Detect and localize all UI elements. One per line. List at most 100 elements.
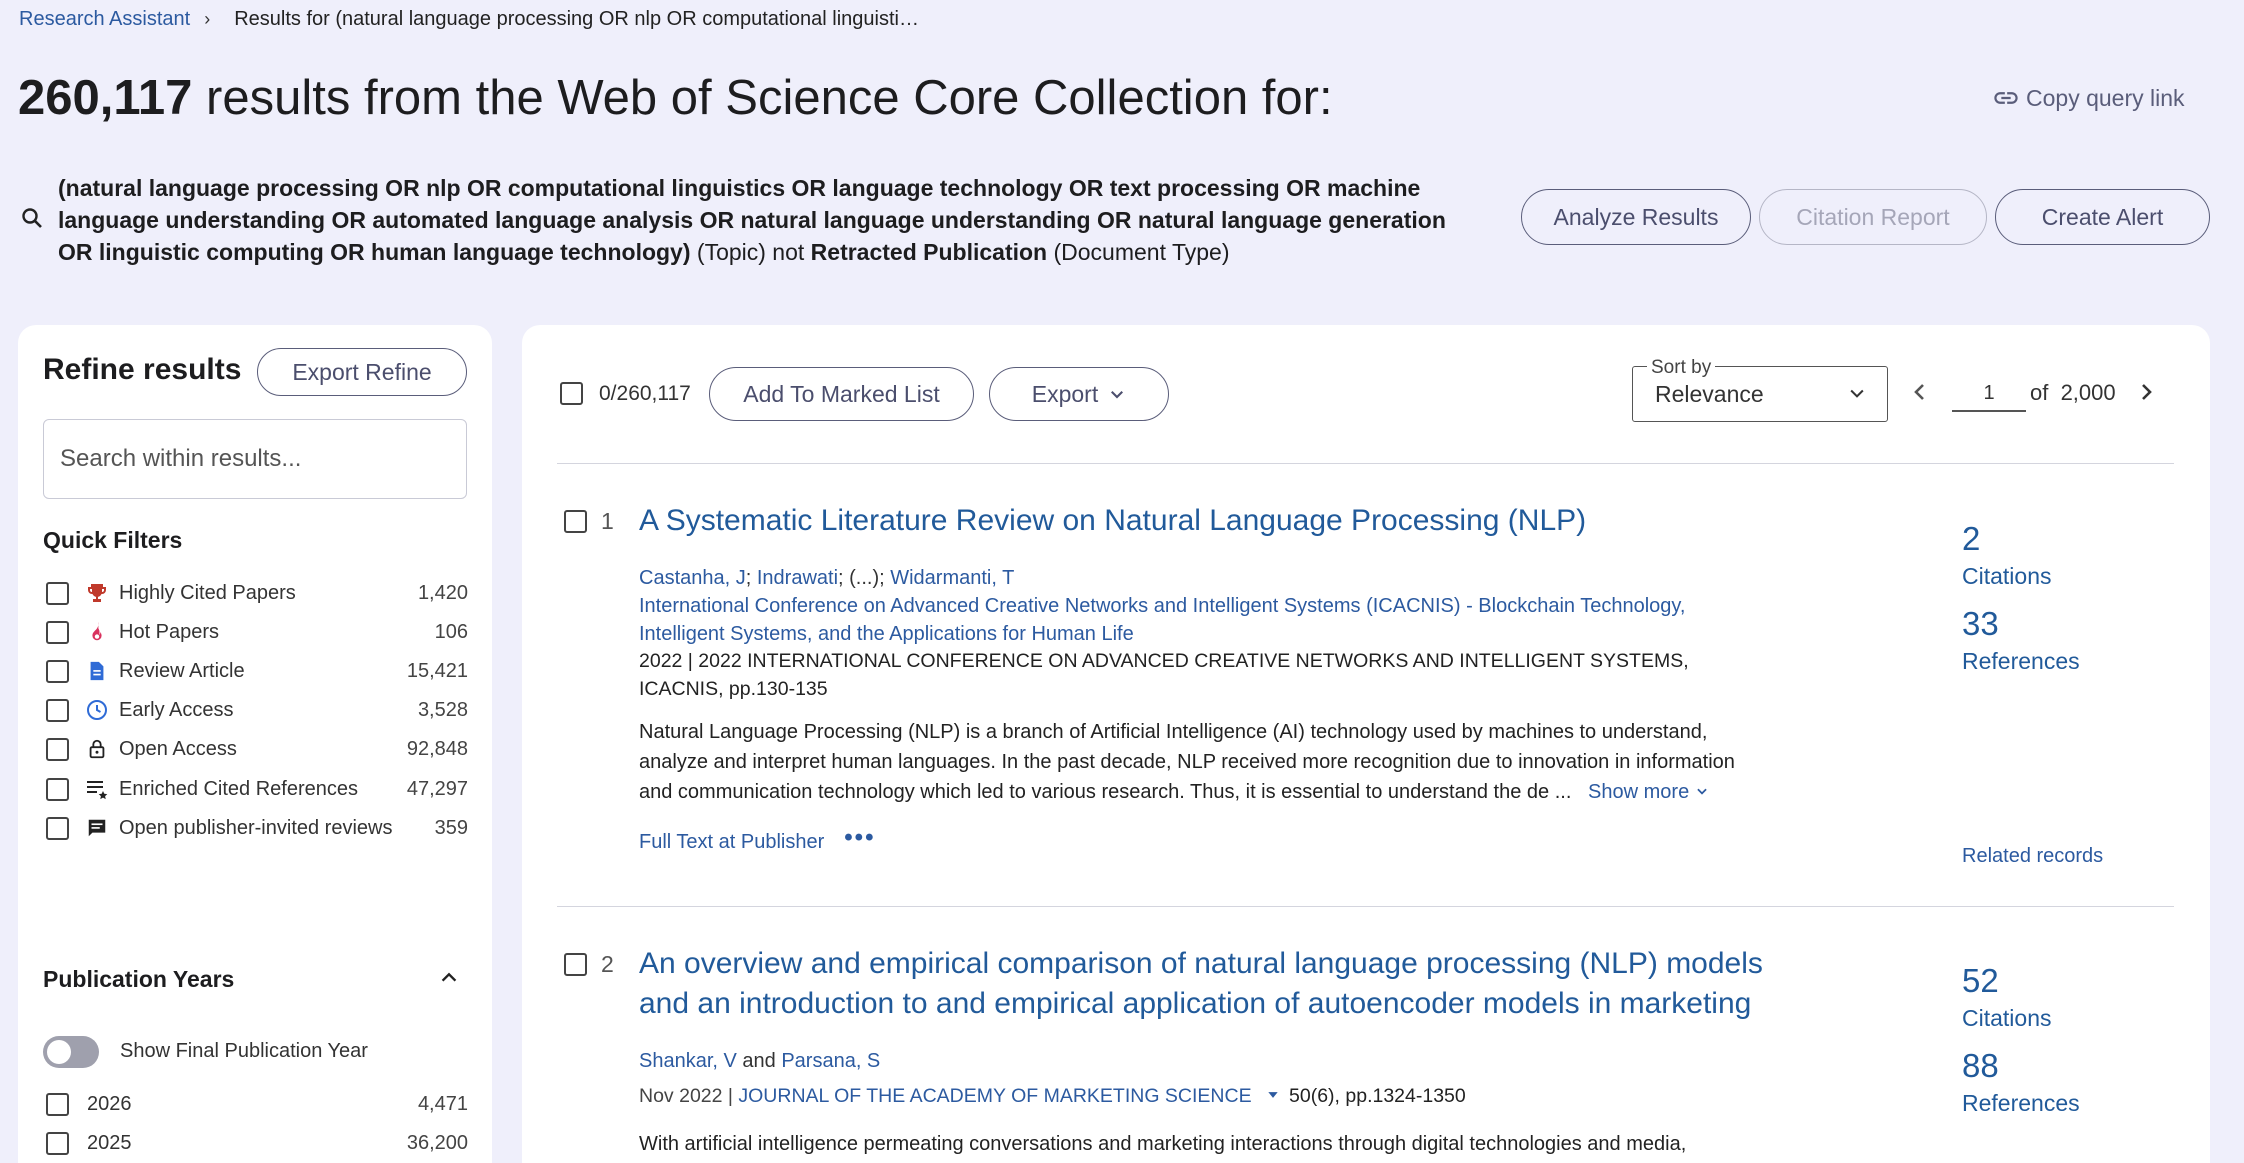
filter-checkbox[interactable] bbox=[46, 581, 69, 605]
breadcrumb-home-link[interactable]: Research Assistant bbox=[19, 8, 190, 31]
filter-count: 1,420 bbox=[417, 581, 468, 604]
citations-label: Citations bbox=[1962, 563, 2052, 589]
caret-down-icon[interactable] bbox=[1265, 1088, 1281, 1102]
filter-label: Highly Cited Papers bbox=[119, 581, 296, 604]
filter-review-article[interactable]: Review Article 15,421 bbox=[46, 656, 468, 686]
references-count[interactable]: 33 bbox=[1962, 605, 1999, 643]
record-authors: Shankar, V and Parsana, S bbox=[639, 1050, 880, 1073]
filter-label: Early Access bbox=[119, 698, 234, 721]
publication-info: 2022 | 2022 INTERNATIONAL CONFERENCE ON … bbox=[639, 650, 1689, 700]
record-title-link[interactable]: A Systematic Literature Review on Natura… bbox=[639, 501, 1789, 541]
show-more-label: Show more bbox=[1588, 781, 1690, 803]
result-count: 260,117 bbox=[18, 71, 193, 125]
search-within-input[interactable] bbox=[43, 419, 467, 499]
query-exclude: Retracted Publication bbox=[810, 239, 1048, 265]
citation-report-button[interactable]: Citation Report bbox=[1759, 189, 1987, 245]
export-refine-button[interactable]: Export Refine bbox=[257, 348, 467, 396]
filter-open-access[interactable]: Open Access 92,848 bbox=[46, 734, 468, 764]
create-alert-button[interactable]: Create Alert bbox=[1995, 189, 2210, 245]
filter-hot-papers[interactable]: Hot Papers 106 bbox=[46, 617, 468, 647]
record-number: 1 bbox=[601, 508, 614, 534]
publication-years-title: Publication Years bbox=[43, 966, 235, 992]
author-link[interactable]: Indrawati bbox=[757, 567, 838, 589]
authors-and: and bbox=[736, 1050, 782, 1072]
filter-checkbox[interactable] bbox=[46, 659, 69, 683]
record-links: Full Text at Publisher ••• bbox=[639, 824, 876, 856]
previous-page-button[interactable] bbox=[1908, 378, 1932, 411]
export-button[interactable]: Export bbox=[989, 367, 1169, 421]
publication-info: Nov 2022 | JOURNAL OF THE ACADEMY OF MAR… bbox=[639, 1082, 1739, 1110]
page-title-text: results from the Web of Science Core Col… bbox=[192, 71, 1333, 125]
citations-count[interactable]: 52 bbox=[1962, 962, 1999, 1000]
conference-link[interactable]: International Conference on Advanced Cre… bbox=[639, 592, 1759, 648]
author-link[interactable]: Widarmanti, T bbox=[890, 567, 1014, 589]
filter-checkbox[interactable] bbox=[46, 698, 69, 722]
show-final-year-label: Show Final Publication Year bbox=[120, 1040, 368, 1062]
chevron-down-icon bbox=[1111, 391, 1124, 399]
author-link[interactable]: Parsana, S bbox=[781, 1050, 880, 1072]
filter-count: 36,200 bbox=[406, 1131, 468, 1154]
select-all-checkbox[interactable] bbox=[560, 382, 583, 405]
filter-enriched-refs[interactable]: Enriched Cited References 47,297 bbox=[46, 774, 468, 804]
filter-checkbox[interactable] bbox=[46, 816, 69, 840]
sort-label: Sort by bbox=[1647, 357, 1716, 379]
filter-label: Review Article bbox=[119, 659, 245, 682]
next-page-button[interactable] bbox=[2134, 378, 2158, 411]
filter-checkbox[interactable] bbox=[46, 1092, 69, 1116]
citations-label: Citations bbox=[1962, 1005, 2052, 1031]
filter-count: 106 bbox=[434, 620, 468, 643]
show-final-year-toggle[interactable] bbox=[43, 1036, 99, 1068]
query-text: (natural language processing OR nlp OR c… bbox=[58, 172, 1460, 268]
filter-checkbox[interactable] bbox=[46, 620, 69, 644]
publication-date: Nov 2022 | bbox=[639, 1085, 739, 1107]
clock-icon bbox=[85, 698, 109, 722]
references-count[interactable]: 88 bbox=[1962, 1047, 1999, 1085]
filter-year-2026[interactable]: 2026 4,471 bbox=[46, 1089, 468, 1119]
record-checkbox[interactable] bbox=[564, 510, 587, 533]
more-options-icon[interactable]: ••• bbox=[844, 824, 875, 852]
chevron-right-icon bbox=[2142, 384, 2152, 400]
record-authors: Castanha, J; Indrawati; (...); Widarmant… bbox=[639, 567, 1015, 589]
filter-count: 92,848 bbox=[406, 737, 468, 760]
breadcrumb: Research Assistant › Results for (natura… bbox=[19, 8, 919, 31]
filter-early-access[interactable]: Early Access 3,528 bbox=[46, 695, 468, 725]
record-abstract: With artificial intelligence permeating … bbox=[639, 1133, 1687, 1155]
add-to-marked-list-button[interactable]: Add To Marked List bbox=[709, 367, 974, 421]
filter-label: Hot Papers bbox=[119, 620, 220, 643]
references-label: References bbox=[1962, 1090, 2080, 1116]
query-field-topic: (Topic) not bbox=[690, 239, 811, 265]
related-records-link[interactable]: Related records bbox=[1962, 845, 2103, 868]
chevron-down-icon bbox=[1697, 788, 1707, 795]
query-field-doctype: (Document Type) bbox=[1047, 239, 1230, 265]
author-link[interactable]: Shankar, V bbox=[639, 1050, 737, 1072]
copy-query-link-label: Copy query link bbox=[2026, 84, 2185, 111]
selected-count: 0/260,117 bbox=[599, 382, 691, 405]
filter-count: 47,297 bbox=[406, 777, 468, 800]
filter-count: 359 bbox=[434, 816, 468, 839]
references-label: References bbox=[1962, 648, 2080, 674]
authors-ellipsis: ; (...); bbox=[838, 567, 891, 589]
author-link[interactable]: Castanha, J bbox=[639, 567, 746, 589]
page-number-input[interactable] bbox=[1952, 376, 2026, 412]
unlock-icon bbox=[85, 737, 109, 761]
filter-publisher-reviews[interactable]: Open publisher-invited reviews 359 bbox=[46, 813, 468, 843]
full-text-link[interactable]: Full Text at Publisher bbox=[639, 831, 824, 854]
filter-checkbox[interactable] bbox=[46, 737, 69, 761]
record-checkbox[interactable] bbox=[564, 953, 587, 976]
filter-label: Open publisher-invited reviews bbox=[119, 816, 393, 839]
copy-query-link[interactable]: Copy query link bbox=[1992, 84, 2185, 112]
citations-count[interactable]: 2 bbox=[1962, 520, 1980, 558]
analyze-results-button[interactable]: Analyze Results bbox=[1521, 189, 1751, 245]
filter-year-2025[interactable]: 2025 36,200 bbox=[46, 1128, 468, 1158]
show-more-link[interactable]: Show more bbox=[1588, 781, 1709, 803]
filter-checkbox[interactable] bbox=[46, 777, 69, 801]
sort-select[interactable]: Sort by Relevance bbox=[1632, 357, 1888, 422]
filter-checkbox[interactable] bbox=[46, 1131, 69, 1155]
filter-highly-cited[interactable]: Highly Cited Papers 1,420 bbox=[46, 578, 468, 608]
export-label: Export bbox=[1031, 380, 1099, 407]
chevron-up-icon[interactable] bbox=[438, 966, 460, 993]
record-title-link[interactable]: An overview and empirical comparison of … bbox=[639, 944, 1789, 1024]
record-number: 2 bbox=[601, 951, 614, 977]
journal-link[interactable]: JOURNAL OF THE ACADEMY OF MARKETING SCIE… bbox=[738, 1085, 1251, 1107]
filter-count: 4,471 bbox=[417, 1092, 468, 1115]
